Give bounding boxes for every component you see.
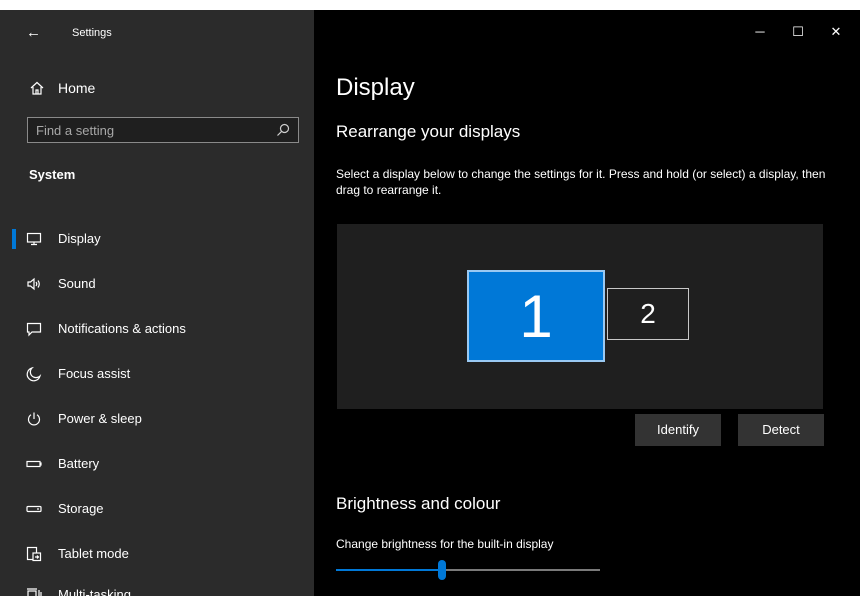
power-icon [27,412,41,426]
maximize-button[interactable]: ☐ [790,24,806,40]
sidebar: ← Settings Home System Display [0,10,314,596]
sidebar-item-label: Focus assist [58,366,131,381]
close-icon: ✕ [830,24,842,39]
monitor-2[interactable]: 2 [607,288,689,340]
brightness-slider[interactable] [336,560,600,580]
rearrange-heading: Rearrange your displays [336,122,521,141]
home-icon [30,81,44,95]
sound-icon [27,277,40,291]
sidebar-item-display[interactable]: Display [0,221,314,257]
sidebar-item-label: Sound [58,276,96,291]
brightness-label: Change brightness for the built-in displ… [336,537,554,551]
selection-indicator [12,229,16,249]
maximize-icon: ☐ [792,24,804,39]
back-arrow-icon: ← [26,24,41,41]
tablet-mode-icon [26,546,42,562]
battery-icon [26,460,42,468]
page-title: Display [336,74,415,101]
close-button[interactable]: ✕ [828,24,844,40]
sidebar-item-power-sleep[interactable]: Power & sleep [0,401,314,437]
sidebar-item-label: Battery [58,456,100,471]
main-content: ─ ☐ ✕ Display Rearrange your displays Se… [314,10,860,596]
title-bar: ← Settings [0,10,314,56]
slider-fill [336,569,442,571]
sidebar-item-notifications[interactable]: Notifications & actions [0,311,314,347]
section-title: System [29,167,76,182]
sidebar-item-tablet-mode[interactable]: Tablet mode [0,536,314,572]
display-arrangement-area: 1 2 [337,224,823,409]
monitor-number: 2 [640,298,656,329]
rearrange-description: Select a display below to change the set… [336,167,826,197]
window-title: Settings [72,27,112,39]
sidebar-item-focus-assist[interactable]: Focus assist [0,356,314,392]
notifications-icon [26,322,42,337]
detect-button[interactable]: Detect [738,414,824,446]
sidebar-item-sound[interactable]: Sound [0,266,314,302]
sidebar-item-label: Display [58,231,101,246]
minimize-icon: ─ [755,24,765,39]
home-nav-item[interactable]: Home [0,76,314,102]
search-icon[interactable] [276,123,290,137]
back-button[interactable]: ← [26,23,46,43]
display-icon [26,232,42,246]
sidebar-item-label: Storage [58,501,104,516]
search-box [27,117,299,143]
settings-window: ← Settings Home System Display [0,10,860,596]
monitor-1[interactable]: 1 [467,270,605,362]
search-input[interactable] [36,121,264,139]
window-controls: ─ ☐ ✕ [740,10,860,56]
brightness-heading: Brightness and colour [336,494,501,513]
sidebar-item-label: Notifications & actions [58,321,186,336]
sidebar-item-label: Tablet mode [58,546,129,561]
sidebar-item-label: Multi-tasking [58,587,131,596]
identify-button[interactable]: Identify [635,414,721,446]
sidebar-item-storage[interactable]: Storage [0,491,314,527]
minimize-button[interactable]: ─ [752,24,768,40]
sidebar-item-multitasking[interactable]: Multi-tasking [0,577,314,596]
moon-icon [26,366,42,382]
sidebar-item-label: Power & sleep [58,411,142,426]
storage-icon [26,505,42,513]
multitasking-icon [27,588,42,596]
slider-thumb[interactable] [437,560,446,580]
home-label: Home [58,80,96,96]
monitor-number: 1 [519,283,553,350]
sidebar-item-battery[interactable]: Battery [0,446,314,482]
